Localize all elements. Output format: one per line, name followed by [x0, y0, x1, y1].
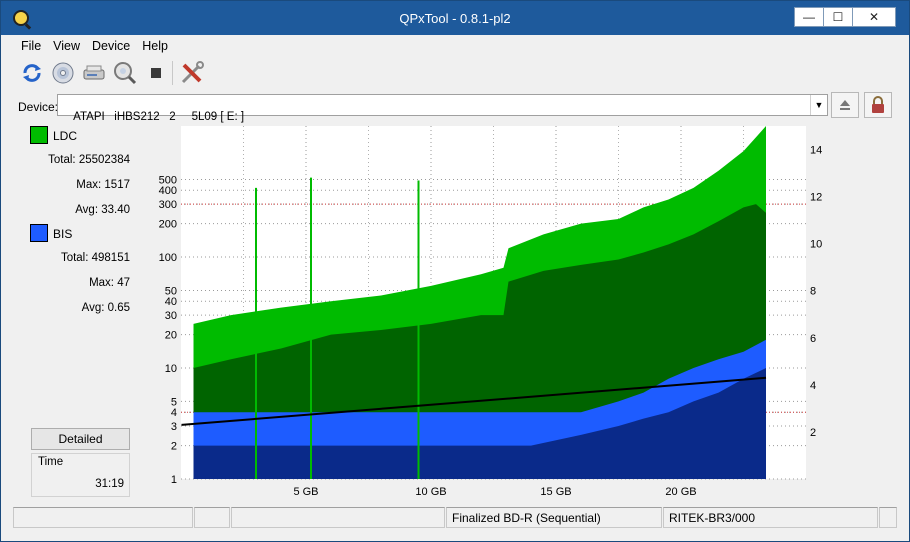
- x-tick-label: 20 GB: [665, 486, 696, 498]
- ldc-max: Max: 1517: [76, 179, 130, 191]
- y-left-tick-label: 10: [165, 363, 177, 375]
- eject-button[interactable]: [831, 92, 859, 118]
- y-right-tick-label: 6: [810, 333, 816, 345]
- y-right-tick-label: 4: [810, 380, 816, 392]
- eject-icon: [840, 100, 850, 110]
- menu-file[interactable]: File: [15, 36, 47, 56]
- close-button[interactable]: ✕: [852, 7, 896, 27]
- x-tick-label: 5 GB: [293, 486, 318, 498]
- x-tick-label: 10 GB: [415, 486, 446, 498]
- y-left-tick-label: 400: [159, 185, 177, 197]
- time-value: 31:19: [95, 478, 124, 490]
- settings-tools-icon: [181, 61, 204, 84]
- ldc-label: LDC: [53, 129, 78, 143]
- title-bar[interactable]: QPxTool - 0.8.1-pl2 — ☐ ✕: [1, 1, 909, 35]
- y-left-tick-label: 50: [165, 285, 177, 297]
- bis-max: Max: 47: [89, 277, 130, 289]
- scan-chart: 1234510203040501002003004005002468101214…: [159, 126, 822, 498]
- settings-button[interactable]: [179, 60, 205, 86]
- y-right-tick-label: 8: [810, 286, 816, 298]
- bis-color-swatch: [30, 224, 48, 242]
- y-left-tick-label: 30: [165, 310, 177, 322]
- stop-button[interactable]: [143, 60, 169, 86]
- minimize-button[interactable]: —: [794, 7, 824, 27]
- bis-label: BIS: [53, 227, 73, 241]
- y-right-tick-label: 2: [810, 427, 816, 439]
- y-left-tick-label: 500: [159, 174, 177, 186]
- disc-type-status: Finalized BD-R (Sequential): [446, 507, 662, 528]
- menu-bar: File View Device Help: [15, 36, 174, 56]
- scanner-icon: [83, 65, 105, 80]
- y-left-tick-label: 4: [171, 407, 177, 419]
- y-left-tick-label: 5: [171, 396, 177, 408]
- bis-avg: Avg: 0.65: [81, 302, 130, 314]
- status-cell-empty-1: [13, 507, 193, 528]
- disc-scan-button[interactable]: [112, 60, 138, 86]
- y-left-tick-label: 1: [171, 474, 177, 486]
- lock-icon: [872, 96, 884, 113]
- time-label: Time: [38, 456, 64, 468]
- y-right-tick-label: 10: [810, 239, 822, 251]
- disc-info-icon: [52, 62, 74, 84]
- status-cell-empty-2: [194, 507, 230, 528]
- toolbar-separator: [172, 61, 173, 85]
- window-title: QPxTool - 0.8.1-pl2: [399, 11, 511, 26]
- menu-device[interactable]: Device: [86, 36, 136, 56]
- status-bar: Finalized BD-R (Sequential) RITEK-BR3/00…: [13, 507, 897, 529]
- media-id-status: RITEK-BR3/000: [663, 507, 878, 528]
- y-left-tick-label: 3: [171, 421, 177, 433]
- detailed-button[interactable]: Detailed: [31, 428, 130, 450]
- y-left-tick-label: 20: [165, 330, 177, 342]
- disc-info-button[interactable]: [50, 60, 76, 86]
- disc-scan-icon: [114, 62, 137, 85]
- ldc-avg: Avg: 33.40: [75, 204, 130, 216]
- refresh-button[interactable]: [19, 60, 45, 86]
- y-left-tick-label: 40: [165, 296, 177, 308]
- y-left-tick-label: 100: [159, 252, 177, 264]
- y-left-tick-label: 2: [171, 441, 177, 453]
- y-left-tick-label: 200: [159, 219, 177, 231]
- stop-icon: [151, 68, 161, 78]
- x-tick-label: 15 GB: [540, 486, 571, 498]
- maximize-button[interactable]: ☐: [823, 7, 853, 27]
- y-left-tick-label: 300: [159, 199, 177, 211]
- y-right-tick-label: 12: [810, 192, 822, 204]
- menu-view[interactable]: View: [47, 36, 86, 56]
- refresh-icon: [23, 64, 41, 82]
- chevron-down-icon[interactable]: ▼: [810, 95, 827, 115]
- ldc-color-swatch: [30, 126, 48, 144]
- scanner-button[interactable]: [81, 60, 107, 86]
- device-label: Device:: [18, 100, 59, 114]
- menu-help[interactable]: Help: [136, 36, 174, 56]
- app-window: QPxTool - 0.8.1-pl2 — ☐ ✕ File View Device…: [0, 0, 910, 542]
- resize-grip[interactable]: [879, 507, 897, 528]
- y-right-tick-label: 14: [810, 145, 822, 157]
- bis-total: Total: 498151: [60, 252, 130, 264]
- time-group: Time 31:19: [31, 453, 130, 497]
- device-select[interactable]: ATAPI iHBS212 2 5L09 [ E: ] ▼: [57, 94, 828, 123]
- lock-button[interactable]: [864, 92, 892, 118]
- ldc-total: Total: 25502384: [48, 154, 130, 166]
- status-cell-empty-3: [231, 507, 445, 528]
- stats-panel: LDC Total: 25502384 Max: 1517 Avg: 33.40…: [23, 123, 135, 498]
